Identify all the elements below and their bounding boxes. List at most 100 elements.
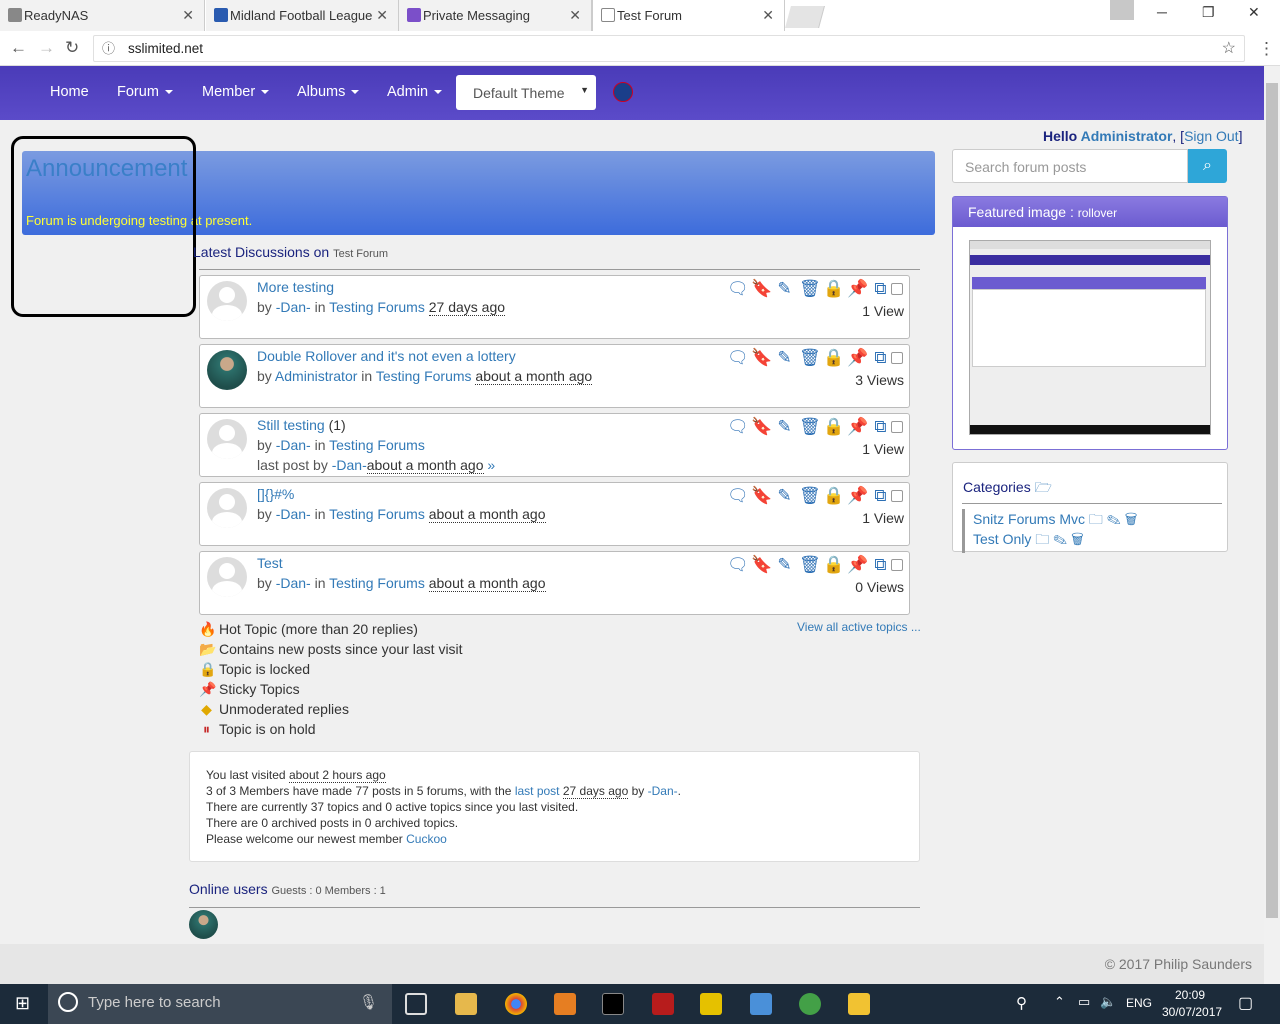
close-tab-icon[interactable]: ✕ xyxy=(569,7,581,24)
lock-icon[interactable]: 🔒 xyxy=(823,417,844,437)
tab-readynas[interactable]: ReadyNAS ✕ xyxy=(0,0,205,31)
nav-member[interactable]: Member xyxy=(202,84,270,100)
app-icon[interactable] xyxy=(700,993,722,1015)
minimize-icon[interactable]: ─ xyxy=(1157,4,1167,20)
reply-icon[interactable]: 🗨 xyxy=(727,555,749,575)
taskbar-search[interactable]: Type here to search 🎙 xyxy=(48,984,392,1024)
edit-icon[interactable]: ✎ xyxy=(775,555,794,575)
menu-icon[interactable]: ⋮ xyxy=(1258,39,1275,59)
split-icon[interactable]: ⧉ xyxy=(871,279,890,299)
filezilla-icon[interactable] xyxy=(652,993,674,1015)
author-avatar[interactable] xyxy=(207,281,247,321)
author-avatar[interactable] xyxy=(207,350,247,390)
bookmark-icon[interactable]: 🔖 xyxy=(751,279,772,299)
author-avatar[interactable] xyxy=(207,557,247,597)
pin-icon[interactable]: 📌 xyxy=(847,279,868,299)
author-link[interactable]: -Dan- xyxy=(276,506,311,522)
edit-icon[interactable]: ✎ xyxy=(775,486,794,506)
scrollbar-thumb[interactable] xyxy=(1266,83,1278,918)
bookmark-icon[interactable]: 🔖 xyxy=(751,555,772,575)
forum-link[interactable]: Testing Forums xyxy=(329,299,425,315)
select-checkbox[interactable] xyxy=(891,421,903,433)
pin-icon[interactable]: 📌 xyxy=(847,486,868,506)
reload-icon[interactable]: ↻ xyxy=(65,38,79,58)
edit-icon[interactable]: ✎ xyxy=(775,348,794,368)
language-indicator[interactable]: ENG xyxy=(1126,996,1152,1010)
lock-icon[interactable]: 🔒 xyxy=(823,279,844,299)
reply-icon[interactable]: 🗨 xyxy=(727,348,749,368)
close-tab-icon[interactable]: ✕ xyxy=(182,7,194,24)
split-icon[interactable]: ⧉ xyxy=(871,348,890,368)
newest-member-link[interactable]: Cuckoo xyxy=(406,832,447,846)
edit-icon[interactable]: ✎ xyxy=(775,279,794,299)
profile-icon[interactable] xyxy=(1110,0,1134,20)
split-icon[interactable]: ⧉ xyxy=(871,486,890,506)
bookmark-icon[interactable]: 🔖 xyxy=(751,348,772,368)
close-tab-icon[interactable]: ✕ xyxy=(376,7,388,24)
delete-icon[interactable]: 🗑 xyxy=(799,555,821,575)
people-icon[interactable]: ⚲ xyxy=(1016,994,1027,1012)
reply-icon[interactable]: 🗨 xyxy=(727,279,749,299)
select-checkbox[interactable] xyxy=(891,490,903,502)
task-view-icon[interactable] xyxy=(405,993,427,1015)
app-icon[interactable] xyxy=(750,993,772,1015)
app-icon[interactable] xyxy=(554,993,576,1015)
nav-forum[interactable]: Forum xyxy=(117,84,173,100)
maximize-icon[interactable]: ❐ xyxy=(1202,4,1215,21)
topic-title-link[interactable]: Test xyxy=(257,555,283,571)
notifications-icon[interactable]: ▢ xyxy=(1238,993,1253,1013)
view-all-topics-link[interactable]: View all active topics ... xyxy=(797,620,921,634)
nav-albums[interactable]: Albums xyxy=(297,84,360,100)
featured-image[interactable] xyxy=(969,240,1211,435)
lock-icon[interactable]: 🔒 xyxy=(823,555,844,575)
terminal-icon[interactable] xyxy=(602,993,624,1015)
goto-last-post-icon[interactable]: » xyxy=(487,457,495,473)
last-post-author-link[interactable]: -Dan- xyxy=(648,784,678,798)
microphone-icon[interactable]: 🎙 xyxy=(359,993,378,1011)
bookmark-star-icon[interactable]: ☆ xyxy=(1222,36,1236,61)
pin-icon[interactable]: 📌 xyxy=(847,555,868,575)
tab-test-forum[interactable]: Test Forum ✕ xyxy=(592,0,785,31)
last-post-link[interactable]: last post xyxy=(515,784,560,798)
chevron-up-icon[interactable]: ⌃ xyxy=(1054,994,1065,1010)
select-checkbox[interactable] xyxy=(891,352,903,364)
chrome-icon[interactable] xyxy=(505,993,527,1015)
author-link[interactable]: Administrator xyxy=(275,368,357,384)
delete-icon[interactable]: 🗑 xyxy=(799,348,821,368)
author-avatar[interactable] xyxy=(207,488,247,528)
reply-icon[interactable]: 🗨 xyxy=(727,417,749,437)
category-link[interactable]: Test Only xyxy=(973,531,1031,547)
category-link[interactable]: Snitz Forums Mvc xyxy=(973,511,1085,527)
user-name-link[interactable]: Administrator xyxy=(1081,128,1173,144)
app-icon[interactable] xyxy=(848,993,870,1015)
author-link[interactable]: -Dan- xyxy=(276,437,311,453)
delete-icon[interactable]: 🗑 xyxy=(799,486,821,506)
tab-private-messaging[interactable]: Private Messaging ✕ xyxy=(399,0,592,31)
tab-midland[interactable]: Midland Football League ✕ xyxy=(206,0,399,31)
bookmark-icon[interactable]: 🔖 xyxy=(751,417,772,437)
edit-icon[interactable]: ✎ xyxy=(1053,531,1067,547)
clock-time[interactable]: 20:09 xyxy=(1175,988,1205,1002)
new-tab-button[interactable] xyxy=(785,6,825,28)
split-icon[interactable]: ⧉ xyxy=(871,417,890,437)
pin-icon[interactable]: 📌 xyxy=(847,348,868,368)
volume-icon[interactable]: 🔈 xyxy=(1100,994,1116,1010)
topic-title-link[interactable]: Still testing xyxy=(257,417,325,433)
topic-title-link[interactable]: More testing xyxy=(257,279,334,295)
topic-title-link[interactable]: Double Rollover and it's not even a lott… xyxy=(257,348,516,364)
edit-icon[interactable]: ✎ xyxy=(775,417,794,437)
delete-icon[interactable]: 🗑 xyxy=(799,417,821,437)
forum-link[interactable]: Testing Forums xyxy=(329,506,425,522)
folder-icon[interactable]: 🗀 xyxy=(1089,511,1103,527)
author-link[interactable]: -Dan- xyxy=(276,575,311,591)
uk-flag-icon[interactable] xyxy=(613,82,633,102)
edit-icon[interactable]: ✎ xyxy=(1107,511,1121,527)
file-explorer-icon[interactable] xyxy=(455,993,477,1015)
forum-link[interactable]: Testing Forums xyxy=(329,437,425,453)
start-icon[interactable]: ⊞ xyxy=(15,993,30,1014)
search-button[interactable]: ⌕ xyxy=(1188,149,1227,183)
author-avatar[interactable] xyxy=(207,419,247,459)
select-checkbox[interactable] xyxy=(891,559,903,571)
nav-admin[interactable]: Admin xyxy=(387,84,443,100)
select-checkbox[interactable] xyxy=(891,283,903,295)
